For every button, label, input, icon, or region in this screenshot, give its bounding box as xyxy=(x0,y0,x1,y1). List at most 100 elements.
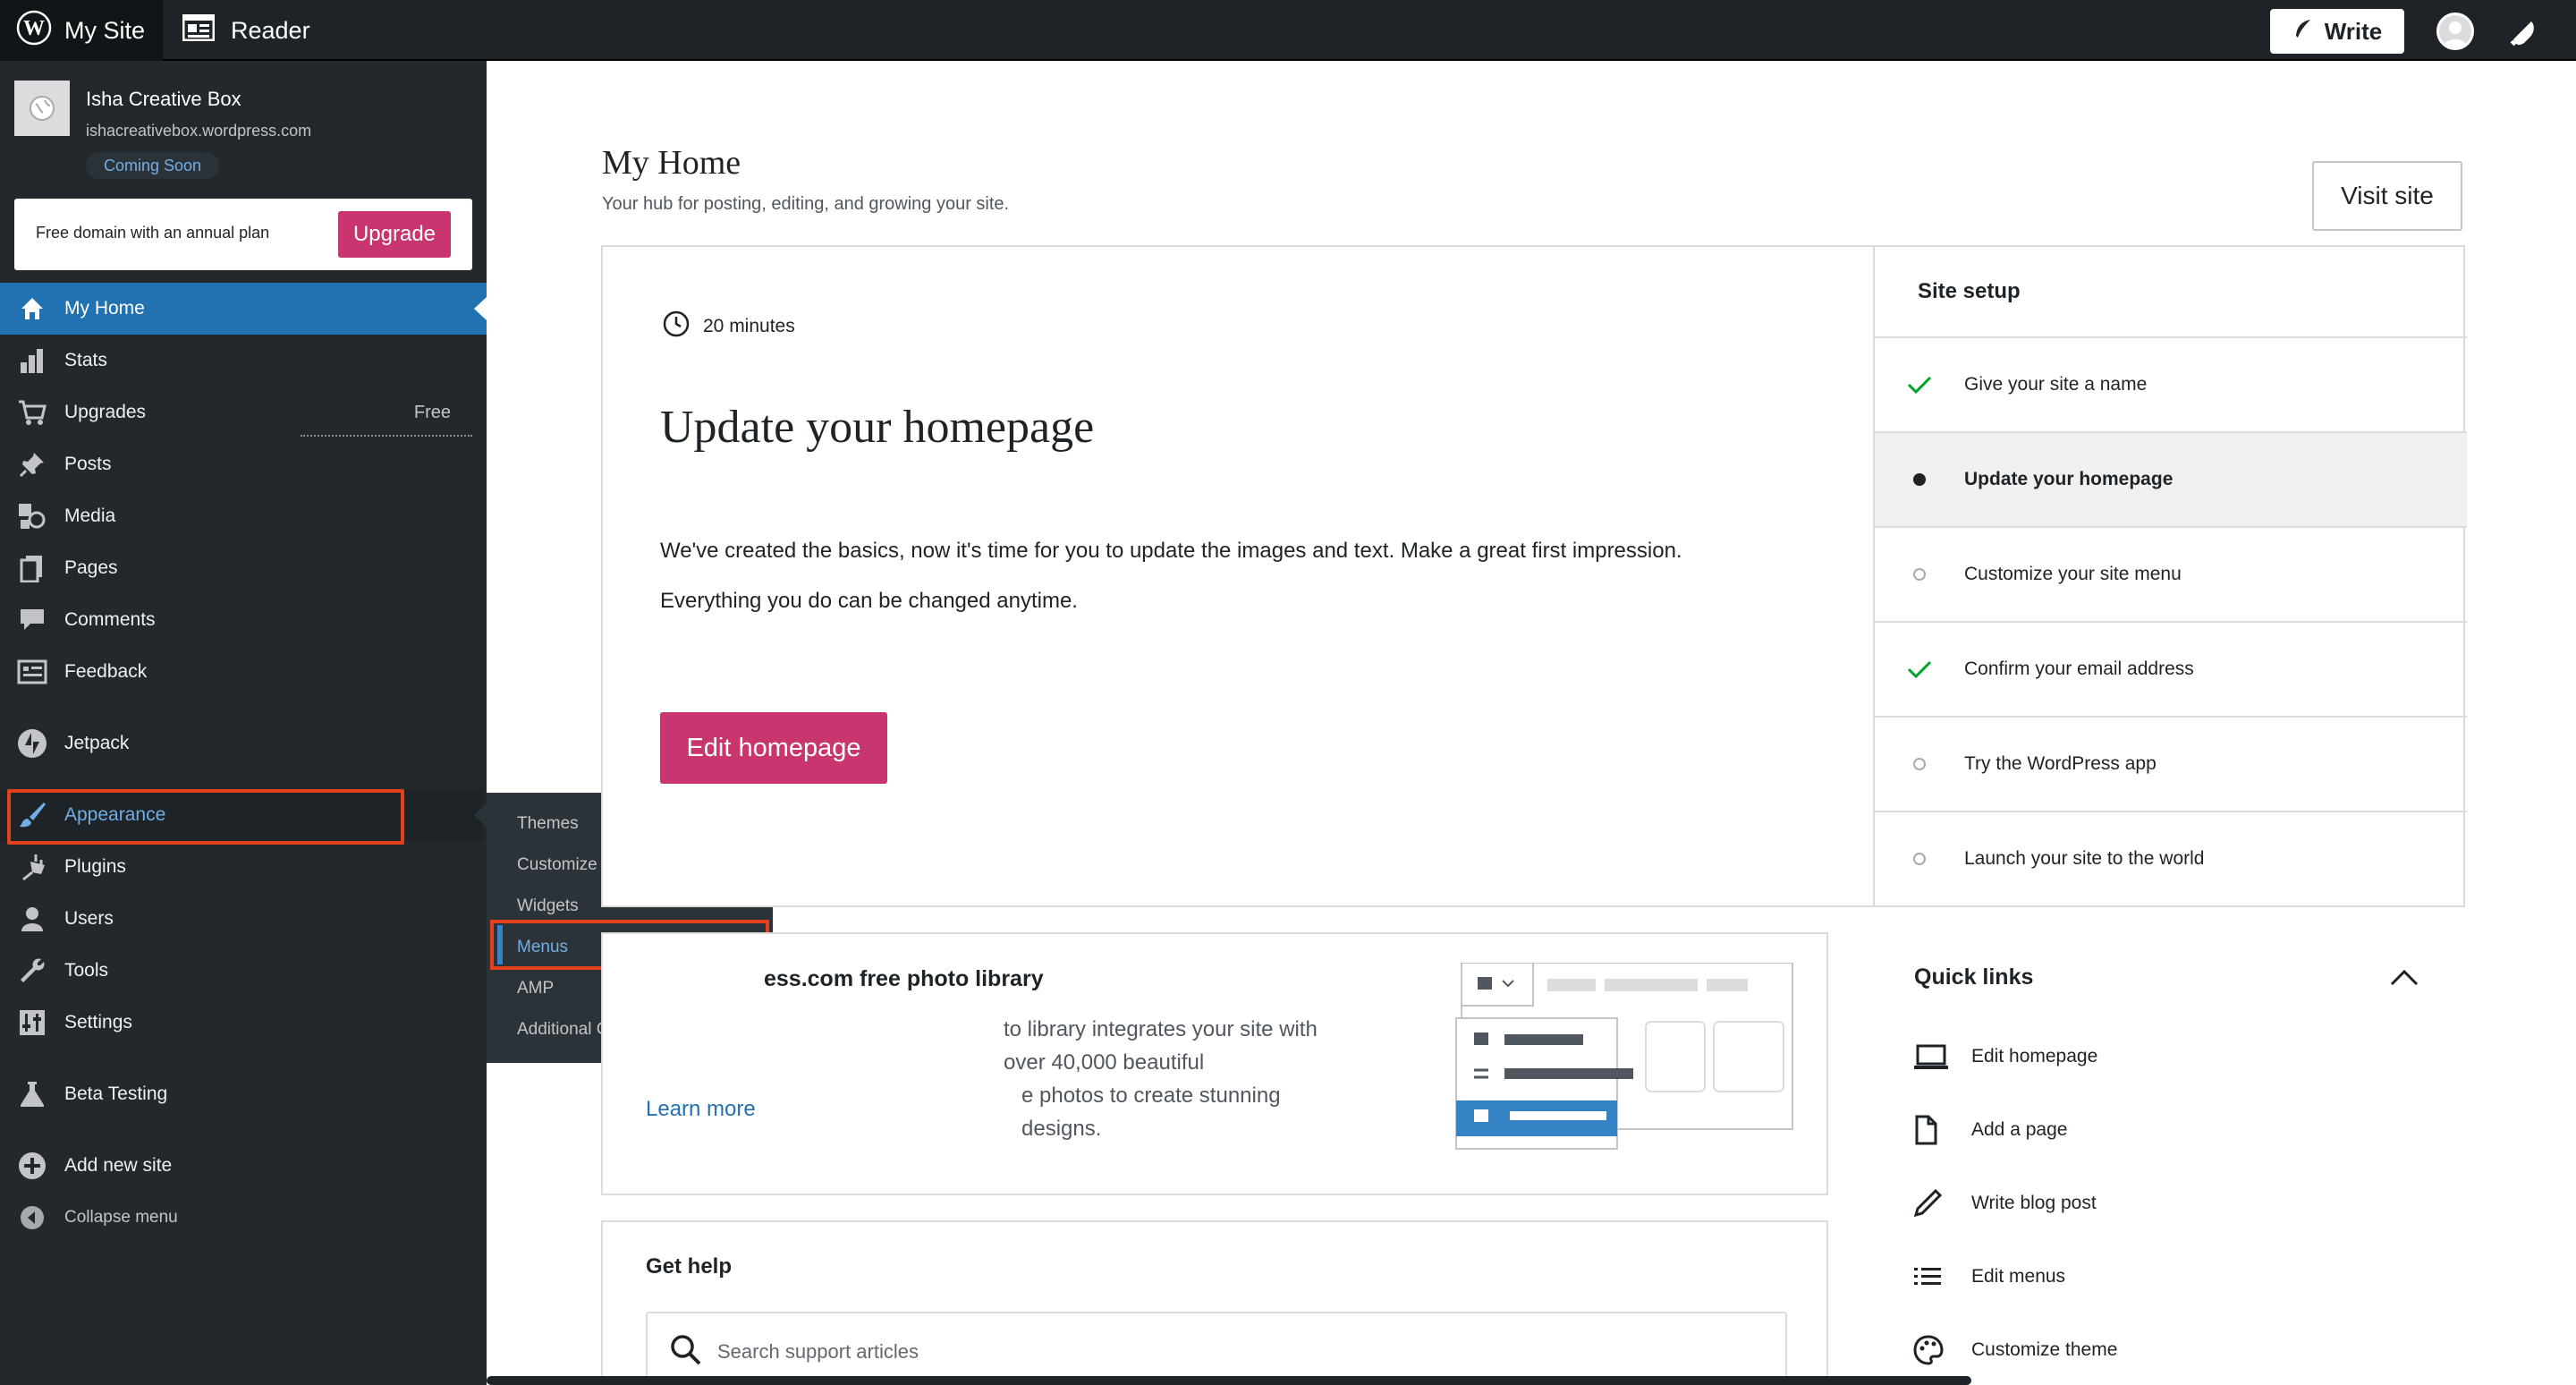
flyout-item-amp[interactable]: AMP xyxy=(517,979,554,998)
list-icon xyxy=(1912,1265,1971,1288)
wordpress-logo-icon: W xyxy=(16,10,52,52)
task-time: 20 minutes xyxy=(662,310,795,344)
setup-item-try-app[interactable]: Try the WordPress app xyxy=(1875,716,2467,811)
sidebar-item-media[interactable]: Media xyxy=(0,490,487,542)
chevron-up-icon[interactable] xyxy=(2386,964,2422,996)
collapse-menu-button[interactable]: Collapse menu xyxy=(0,1192,487,1244)
setup-item-label: Customize your site menu xyxy=(1964,564,2182,584)
setup-item-label: Launch your site to the world xyxy=(1964,848,2205,869)
upgrade-button[interactable]: Upgrade xyxy=(338,211,451,258)
sidebar-item-label: My Home xyxy=(64,298,145,319)
flyout-item-customize[interactable]: Customize xyxy=(517,855,597,875)
setup-item-customize-menu[interactable]: Customize your site menu xyxy=(1875,526,2467,621)
settings-icon xyxy=(0,1008,64,1037)
quick-link-write-blog-post[interactable]: Write blog post xyxy=(1912,1181,2097,1226)
flyout-item-themes[interactable]: Themes xyxy=(517,814,579,834)
sidebar-item-feedback[interactable]: Feedback xyxy=(0,646,487,698)
quick-link-edit-menus[interactable]: Edit menus xyxy=(1912,1254,2065,1299)
upgrades-free-badge: Free xyxy=(413,402,451,422)
quick-link-edit-homepage[interactable]: Edit homepage xyxy=(1912,1034,2097,1079)
sidebar: Isha Creative Box ishacreativebox.wordpr… xyxy=(0,61,487,1385)
setup-item-label: Give your site a name xyxy=(1964,374,2148,395)
checkmark-icon xyxy=(1875,659,1964,680)
setup-item-label: Confirm your email address xyxy=(1964,659,2194,679)
task-description: We've created the basics, now it's time … xyxy=(660,539,1682,563)
pending-step-circle-icon xyxy=(1875,853,1964,865)
sidebar-item-upgrades[interactable]: Upgrades Free xyxy=(0,387,487,438)
pencil-icon xyxy=(1912,1188,1971,1219)
my-site-tab[interactable]: W My Site xyxy=(0,0,163,61)
feather-icon xyxy=(2292,18,2325,46)
users-icon xyxy=(0,905,64,933)
pending-step-circle-icon xyxy=(1875,758,1964,770)
sidebar-item-label: Pages xyxy=(64,557,118,578)
task-title: Update your homepage xyxy=(660,402,1095,453)
task-description-secondary: Everything you do can be changed anytime… xyxy=(660,589,1078,613)
quick-link-label: Edit homepage xyxy=(1971,1046,2098,1066)
sidebar-item-label: Media xyxy=(64,506,116,526)
site-setup-panel: Site setup Give your site a name Update … xyxy=(1873,247,2467,905)
notifications-bell-icon[interactable] xyxy=(2504,14,2540,55)
free-domain-banner: Free domain with an annual plan Upgrade xyxy=(14,199,472,270)
sidebar-item-add-new-site[interactable]: Add new site xyxy=(0,1140,487,1192)
flyout-item-widgets[interactable]: Widgets xyxy=(517,896,579,916)
search-icon xyxy=(648,1333,717,1372)
quick-link-customize-theme[interactable]: Customize theme xyxy=(1912,1328,2117,1372)
sidebar-item-stats[interactable]: Stats xyxy=(0,335,487,387)
sidebar-item-label: Add new site xyxy=(64,1155,173,1176)
flask-icon xyxy=(0,1080,64,1109)
sidebar-item-label: Users xyxy=(64,908,114,929)
sidebar-item-plugins[interactable]: Plugins xyxy=(0,841,487,893)
sidebar-item-tools[interactable]: Tools xyxy=(0,945,487,997)
my-site-label: My Site xyxy=(64,16,146,44)
sidebar-item-my-home[interactable]: My Home xyxy=(0,283,487,335)
get-help-card: Get help xyxy=(601,1220,1828,1385)
photo-library-description: to library integrates your site with ove… xyxy=(646,1013,1361,1145)
palette-icon xyxy=(1912,1334,1971,1366)
quick-link-label: Customize theme xyxy=(1971,1339,2118,1360)
sidebar-item-label: Stats xyxy=(64,350,107,370)
setup-item-label: Try the WordPress app xyxy=(1964,753,2157,774)
sidebar-item-posts[interactable]: Posts xyxy=(0,438,487,490)
pin-icon xyxy=(0,450,64,479)
photo-library-title: ess.com free photo library xyxy=(764,966,1044,991)
sidebar-item-beta-testing[interactable]: Beta Testing xyxy=(0,1068,487,1120)
support-search-input[interactable] xyxy=(717,1340,1701,1364)
plus-circle-icon xyxy=(0,1151,64,1181)
pending-step-circle-icon xyxy=(1875,568,1964,581)
sidebar-item-label: Feedback xyxy=(64,661,148,682)
quick-link-label: Write blog post xyxy=(1971,1193,2097,1213)
sidebar-item-comments[interactable]: Comments xyxy=(0,594,487,646)
edit-homepage-button[interactable]: Edit homepage xyxy=(660,712,887,784)
setup-item-launch-site[interactable]: Launch your site to the world xyxy=(1875,811,2467,905)
setup-item-give-site-name[interactable]: Give your site a name xyxy=(1875,336,2467,431)
sidebar-item-label: Upgrades xyxy=(64,402,147,422)
sidebar-item-users[interactable]: Users xyxy=(0,893,487,945)
setup-item-label: Update your homepage xyxy=(1964,469,2174,489)
svg-text:W: W xyxy=(23,17,45,40)
plugin-icon xyxy=(0,853,64,881)
photo-library-card: ess.com free photo library to library in… xyxy=(601,932,1828,1195)
user-avatar[interactable] xyxy=(2436,13,2474,50)
pages-icon xyxy=(0,554,64,582)
setup-item-update-homepage[interactable]: Update your homepage xyxy=(1875,431,2467,526)
task-time-label: 20 minutes xyxy=(703,316,795,336)
horizontal-scrollbar[interactable] xyxy=(487,1376,1971,1385)
sidebar-item-label: Plugins xyxy=(64,856,126,877)
support-search-box[interactable] xyxy=(646,1312,1787,1385)
reader-tab[interactable]: Reader xyxy=(179,0,310,61)
quick-link-add-page[interactable]: Add a page xyxy=(1912,1108,2067,1152)
write-button[interactable]: Write xyxy=(2270,9,2404,54)
feedback-icon xyxy=(0,658,64,686)
visit-site-button[interactable]: Visit site xyxy=(2312,161,2462,231)
sidebar-item-pages[interactable]: Pages xyxy=(0,542,487,594)
photo-desc-line1: to library integrates your site with ove… xyxy=(1004,1017,1318,1075)
setup-item-confirm-email[interactable]: Confirm your email address xyxy=(1875,621,2467,716)
learn-more-link[interactable]: Learn more xyxy=(646,1097,756,1122)
site-card[interactable]: Isha Creative Box ishacreativebox.wordpr… xyxy=(14,77,479,179)
write-label: Write xyxy=(2324,17,2383,45)
sidebar-item-label: Collapse menu xyxy=(64,1208,178,1227)
sidebar-item-settings[interactable]: Settings xyxy=(0,997,487,1049)
sidebar-item-jetpack[interactable]: Jetpack xyxy=(0,718,487,769)
page-icon xyxy=(1912,1114,1971,1146)
